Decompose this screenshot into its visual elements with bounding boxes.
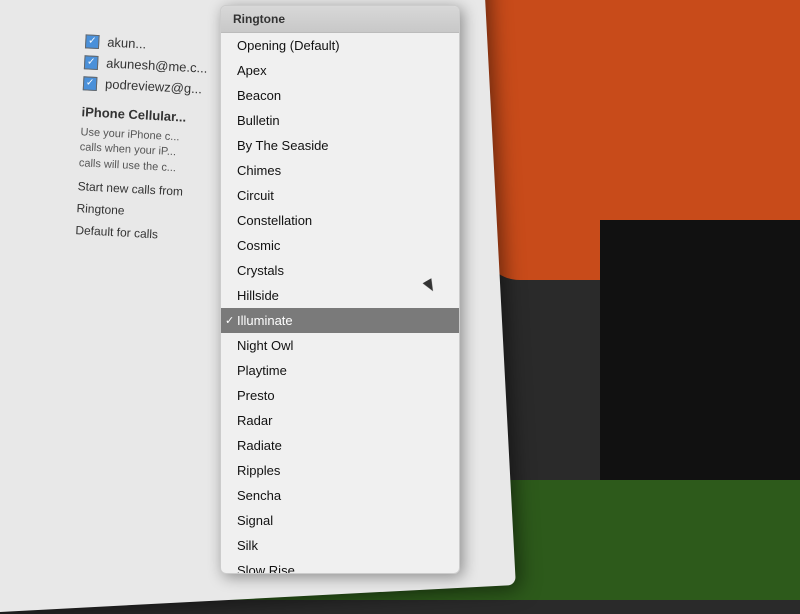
- dropdown-item-silk[interactable]: Silk: [221, 533, 459, 558]
- dropdown-item-opening-(default)[interactable]: Opening (Default): [221, 33, 459, 58]
- dropdown-item-slow-rise[interactable]: Slow Rise: [221, 558, 459, 573]
- dropdown-list[interactable]: Opening (Default)ApexBeaconBulletinBy Th…: [221, 33, 459, 573]
- dropdown-item-night-owl[interactable]: Night Owl: [221, 333, 459, 358]
- checkbox-1[interactable]: [85, 34, 100, 49]
- dropdown-item-by-the-seaside[interactable]: By The Seaside: [221, 133, 459, 158]
- dropdown-item-presto[interactable]: Presto: [221, 383, 459, 408]
- dropdown-item-illuminate[interactable]: Illuminate: [221, 308, 459, 333]
- dropdown-item-playtime[interactable]: Playtime: [221, 358, 459, 383]
- dropdown-item-bulletin[interactable]: Bulletin: [221, 108, 459, 133]
- dropdown-item-signal[interactable]: Signal: [221, 508, 459, 533]
- dropdown-item-radiate[interactable]: Radiate: [221, 433, 459, 458]
- dropdown-item-circuit[interactable]: Circuit: [221, 183, 459, 208]
- dropdown-item-cosmic[interactable]: Cosmic: [221, 233, 459, 258]
- dropdown-item-apex[interactable]: Apex: [221, 58, 459, 83]
- dropdown-item-hillside[interactable]: Hillside: [221, 283, 459, 308]
- checkbox-3[interactable]: [83, 76, 98, 91]
- checkbox-label-1: akun...: [107, 34, 147, 51]
- dropdown-item-constellation[interactable]: Constellation: [221, 208, 459, 233]
- dropdown-item-beacon[interactable]: Beacon: [221, 83, 459, 108]
- dropdown-item-sencha[interactable]: Sencha: [221, 483, 459, 508]
- dropdown-header: Ringtone: [221, 6, 459, 33]
- dropdown-item-radar[interactable]: Radar: [221, 408, 459, 433]
- dropdown-item-crystals[interactable]: Crystals: [221, 258, 459, 283]
- checkbox-label-3: podreviewz@g...: [105, 76, 203, 96]
- checkbox-2[interactable]: [84, 55, 99, 70]
- ringtone-dropdown[interactable]: Ringtone Opening (Default)ApexBeaconBull…: [220, 5, 460, 574]
- dropdown-title: Ringtone: [233, 12, 285, 26]
- dropdown-item-chimes[interactable]: Chimes: [221, 158, 459, 183]
- dropdown-item-ripples[interactable]: Ripples: [221, 458, 459, 483]
- checkbox-label-2: akunesh@me.c...: [106, 55, 208, 75]
